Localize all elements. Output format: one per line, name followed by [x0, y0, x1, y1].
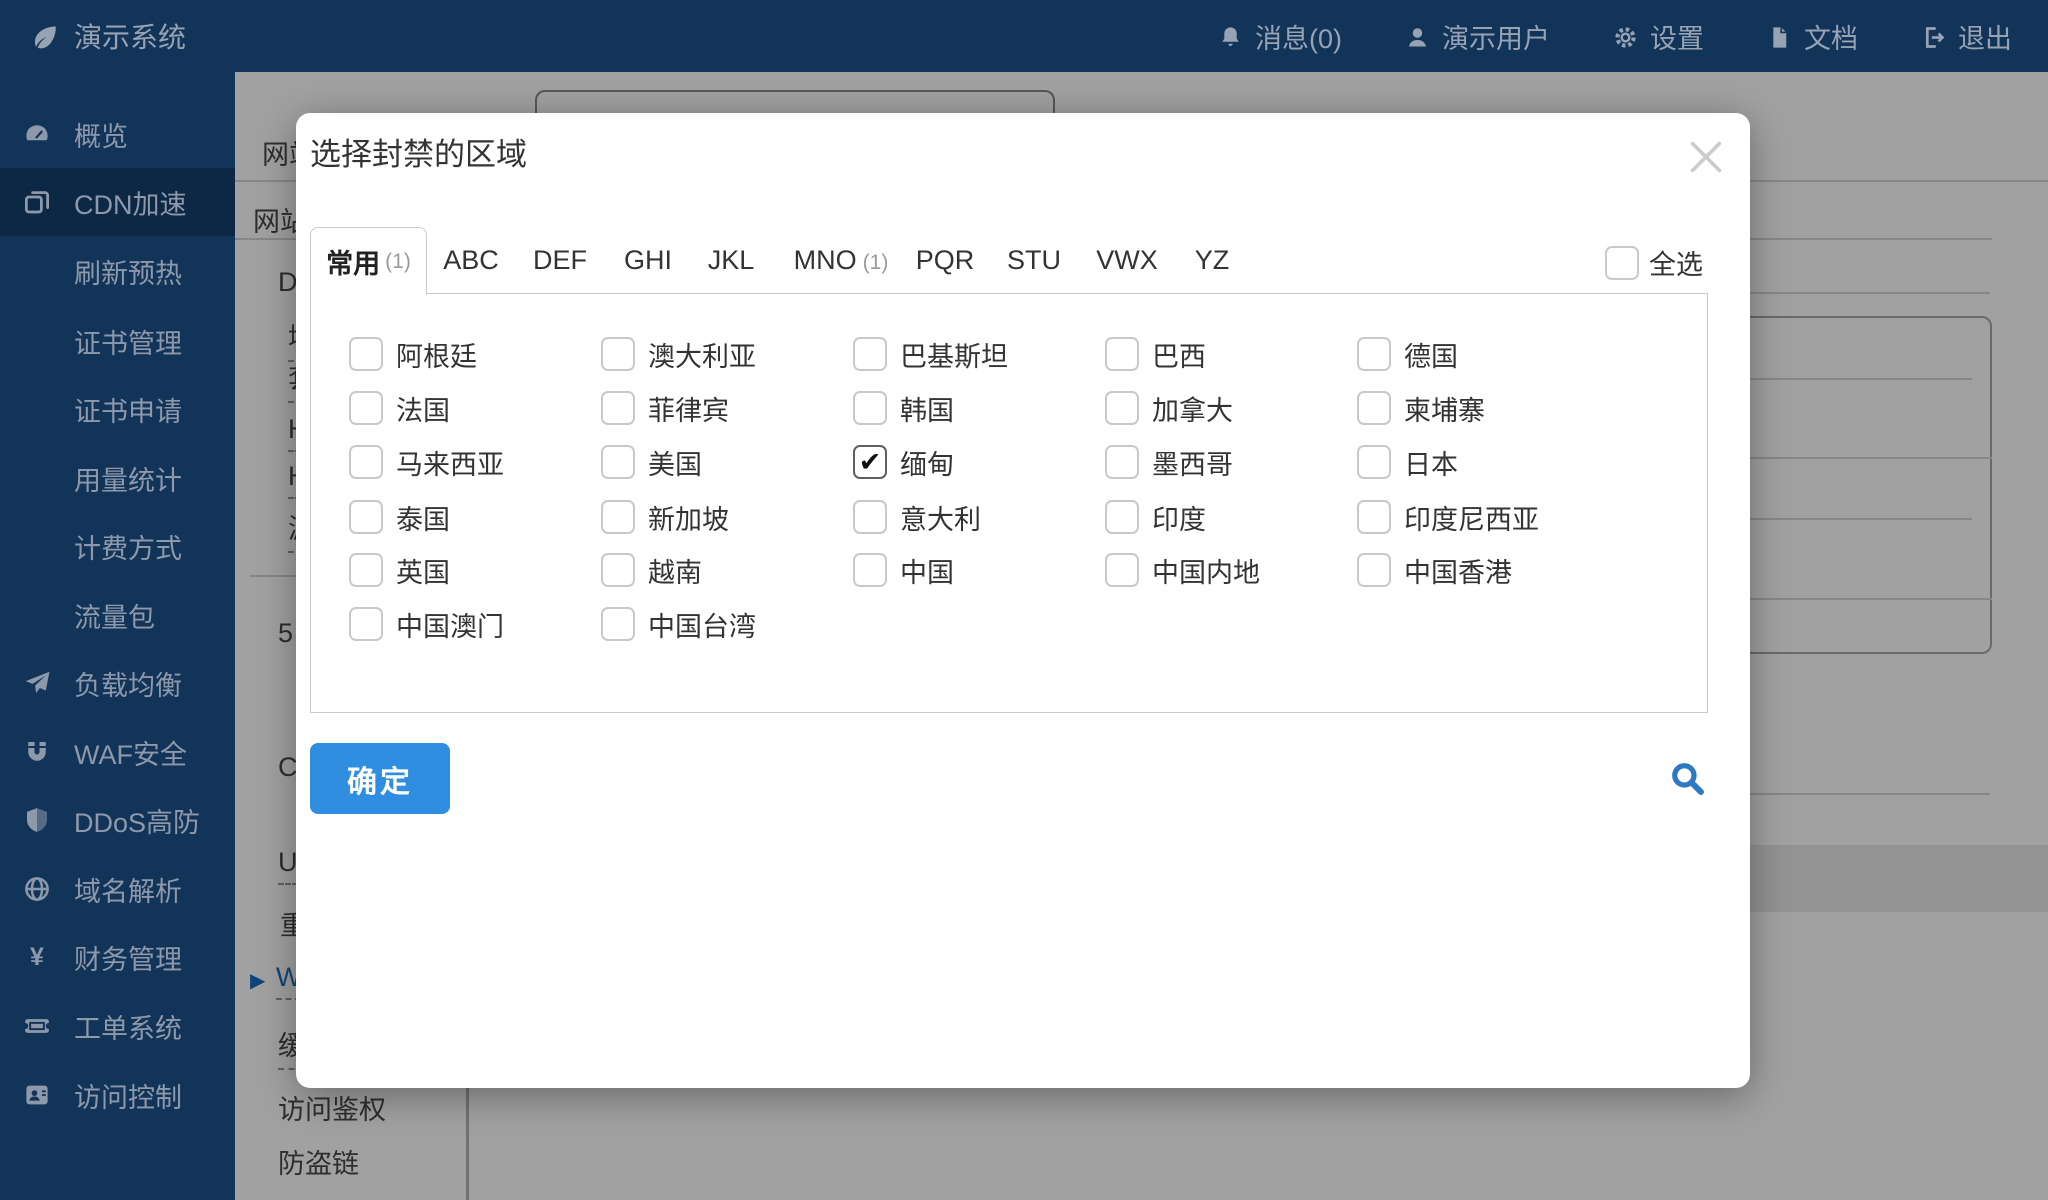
sidebar-item-usage-stats[interactable]: 用量统计 [0, 444, 235, 512]
region-checkbox-item[interactable]: 越南 [601, 550, 702, 590]
sidebar-item-waf[interactable]: WAF安全 [0, 718, 235, 786]
gear-icon [1612, 21, 1639, 52]
docs-label: 文档 [1804, 17, 1858, 56]
brand-name: 演示系统 [74, 16, 186, 56]
settings-menu-item[interactable]: 设置 [1612, 17, 1704, 56]
brand: 演示系统 [0, 16, 186, 56]
tab-yz[interactable]: YZ [1195, 227, 1230, 293]
top-navbar: 演示系统 消息(0) 演示用户 设置 文档 退出 [0, 0, 2048, 72]
sidebar-item-cert-manage[interactable]: 证书管理 [0, 307, 235, 375]
region-checkbox-item[interactable]: 马来西亚 [349, 442, 504, 482]
region-checkbox-item[interactable]: 法国 [349, 388, 450, 428]
sidebar-item-overview[interactable]: 概览 [0, 100, 235, 168]
close-icon[interactable] [1674, 125, 1738, 189]
search-icon[interactable] [1664, 755, 1710, 801]
sidebar-item-dns[interactable]: 域名解析 [0, 855, 235, 923]
select-all-label: 全选 [1649, 243, 1703, 282]
messages-menu-item[interactable]: 消息(0) [1217, 17, 1342, 56]
clone-icon [0, 187, 74, 217]
region-checkbox-item[interactable]: 柬埔寨 [1357, 388, 1485, 428]
region-checkbox-item[interactable]: 印度 [1105, 497, 1206, 537]
sidebar-item-cert-apply[interactable]: 证书申请 [0, 375, 235, 443]
sidebar-item-traffic-pack[interactable]: 流量包 [0, 581, 235, 649]
tab-jkl[interactable]: JKL [708, 227, 755, 293]
paper-plane-icon [0, 668, 74, 698]
region-checkbox-item[interactable]: 德国 [1357, 334, 1458, 374]
sidebar-item-ddos[interactable]: DDoS高防 [0, 786, 235, 854]
region-checkbox-item[interactable]: 意大利 [853, 497, 981, 537]
sidebar-nav: 概览 CDN加速 刷新预热 证书管理 证书申请 用量统计 计费方式 流量包 负载… [0, 72, 235, 1200]
sidebar-item-finance[interactable]: ¥ 财务管理 [0, 923, 235, 991]
sidebar-item-label: CDN加速 [74, 183, 187, 222]
sidebar-item-cdn[interactable]: CDN加速 [0, 168, 235, 236]
sidebar-item-tickets[interactable]: 工单系统 [0, 992, 235, 1060]
user-menu-item[interactable]: 演示用户 [1404, 17, 1550, 56]
select-all-checkbox[interactable]: 全选 [1605, 243, 1703, 282]
leaf-logo-icon [30, 20, 60, 53]
region-checkbox-item[interactable]: 墨西哥 [1105, 442, 1233, 482]
tab-stu[interactable]: STU [1007, 227, 1061, 293]
region-checkbox-item[interactable]: 中国内地 [1105, 550, 1260, 590]
tab-count-badge: (1) [863, 251, 889, 274]
region-checkbox-item[interactable]: 巴西 [1105, 334, 1206, 374]
user-label: 演示用户 [1442, 17, 1550, 56]
region-panel: 阿根廷 澳大利亚 巴基斯坦 巴西 德国 法国 菲律宾 韩国 加拿大 柬埔寨 马来… [310, 293, 1708, 713]
navbar-menu: 消息(0) 演示用户 设置 文档 退出 [1217, 17, 2048, 56]
region-checkbox-item[interactable]: 泰国 [349, 497, 450, 537]
region-checkbox-item[interactable]: 加拿大 [1105, 388, 1233, 428]
region-checkbox-item[interactable]: 中国澳门 [349, 604, 504, 644]
region-checkbox-item[interactable]: 中国台湾 [601, 604, 756, 644]
magnet-icon [0, 737, 74, 767]
sidebar-item-access-control[interactable]: 访问控制 [0, 1061, 235, 1129]
region-checkbox-item[interactable]: 英国 [349, 550, 450, 590]
region-checkbox-item[interactable]: 新加坡 [601, 497, 729, 537]
user-icon [1404, 21, 1431, 52]
gauge-icon [0, 119, 74, 149]
region-checkbox-item[interactable]: 日本 [1357, 442, 1458, 482]
docs-menu-item[interactable]: 文档 [1766, 17, 1858, 56]
ticket-icon [0, 1011, 74, 1041]
region-checkbox-item[interactable]: 中国香港 [1357, 550, 1512, 590]
tab-ghi[interactable]: GHI [624, 227, 672, 293]
tab-pqr[interactable]: PQR [916, 227, 975, 293]
settings-label: 设置 [1650, 17, 1704, 56]
region-checkbox-item[interactable]: 澳大利亚 [601, 334, 756, 374]
sidebar-item-label: 概览 [74, 115, 128, 154]
document-icon [1766, 21, 1793, 52]
tab-mno[interactable]: MNO(1) [794, 227, 889, 293]
tab-common[interactable]: 常用(1) [310, 227, 427, 295]
messages-label: 消息(0) [1255, 17, 1342, 56]
tab-count-badge: (1) [385, 250, 411, 274]
yen-icon: ¥ [0, 942, 74, 972]
tab-vwx[interactable]: VWX [1096, 227, 1158, 293]
modal-title: 选择封禁的区域 [310, 129, 527, 174]
sidebar-item-refresh-prewarm[interactable]: 刷新预热 [0, 237, 235, 305]
region-checkbox-item[interactable]: 阿根廷 [349, 334, 477, 374]
id-card-icon [0, 1080, 74, 1110]
shield-icon [0, 805, 74, 835]
bell-icon [1217, 21, 1244, 52]
region-checkbox-item-checked[interactable]: 缅甸 [853, 442, 954, 482]
tab-def[interactable]: DEF [533, 227, 587, 293]
checkbox-checked[interactable] [853, 445, 887, 479]
region-select-modal: 选择封禁的区域 常用(1) ABC DEF GHI JKL MNO(1) PQR… [296, 113, 1750, 1088]
globe-icon [0, 874, 74, 904]
region-checkbox-item[interactable]: 巴基斯坦 [853, 334, 1008, 374]
logout-menu-item[interactable]: 退出 [1920, 17, 2012, 56]
region-checkbox-item[interactable]: 韩国 [853, 388, 954, 428]
logout-label: 退出 [1958, 17, 2012, 56]
logout-icon [1920, 21, 1947, 52]
sidebar-item-load-balance[interactable]: 负载均衡 [0, 649, 235, 717]
confirm-button[interactable]: 确定 [310, 743, 450, 814]
region-checkbox-item[interactable]: 中国 [853, 550, 954, 590]
sidebar-item-billing[interactable]: 计费方式 [0, 512, 235, 580]
checkbox[interactable] [1605, 246, 1639, 280]
tab-abc[interactable]: ABC [443, 227, 499, 293]
region-checkbox-item[interactable]: 印度尼西亚 [1357, 497, 1539, 537]
region-checkbox-item[interactable]: 美国 [601, 442, 702, 482]
svg-text:¥: ¥ [30, 943, 44, 971]
region-checkbox-item[interactable]: 菲律宾 [601, 388, 729, 428]
